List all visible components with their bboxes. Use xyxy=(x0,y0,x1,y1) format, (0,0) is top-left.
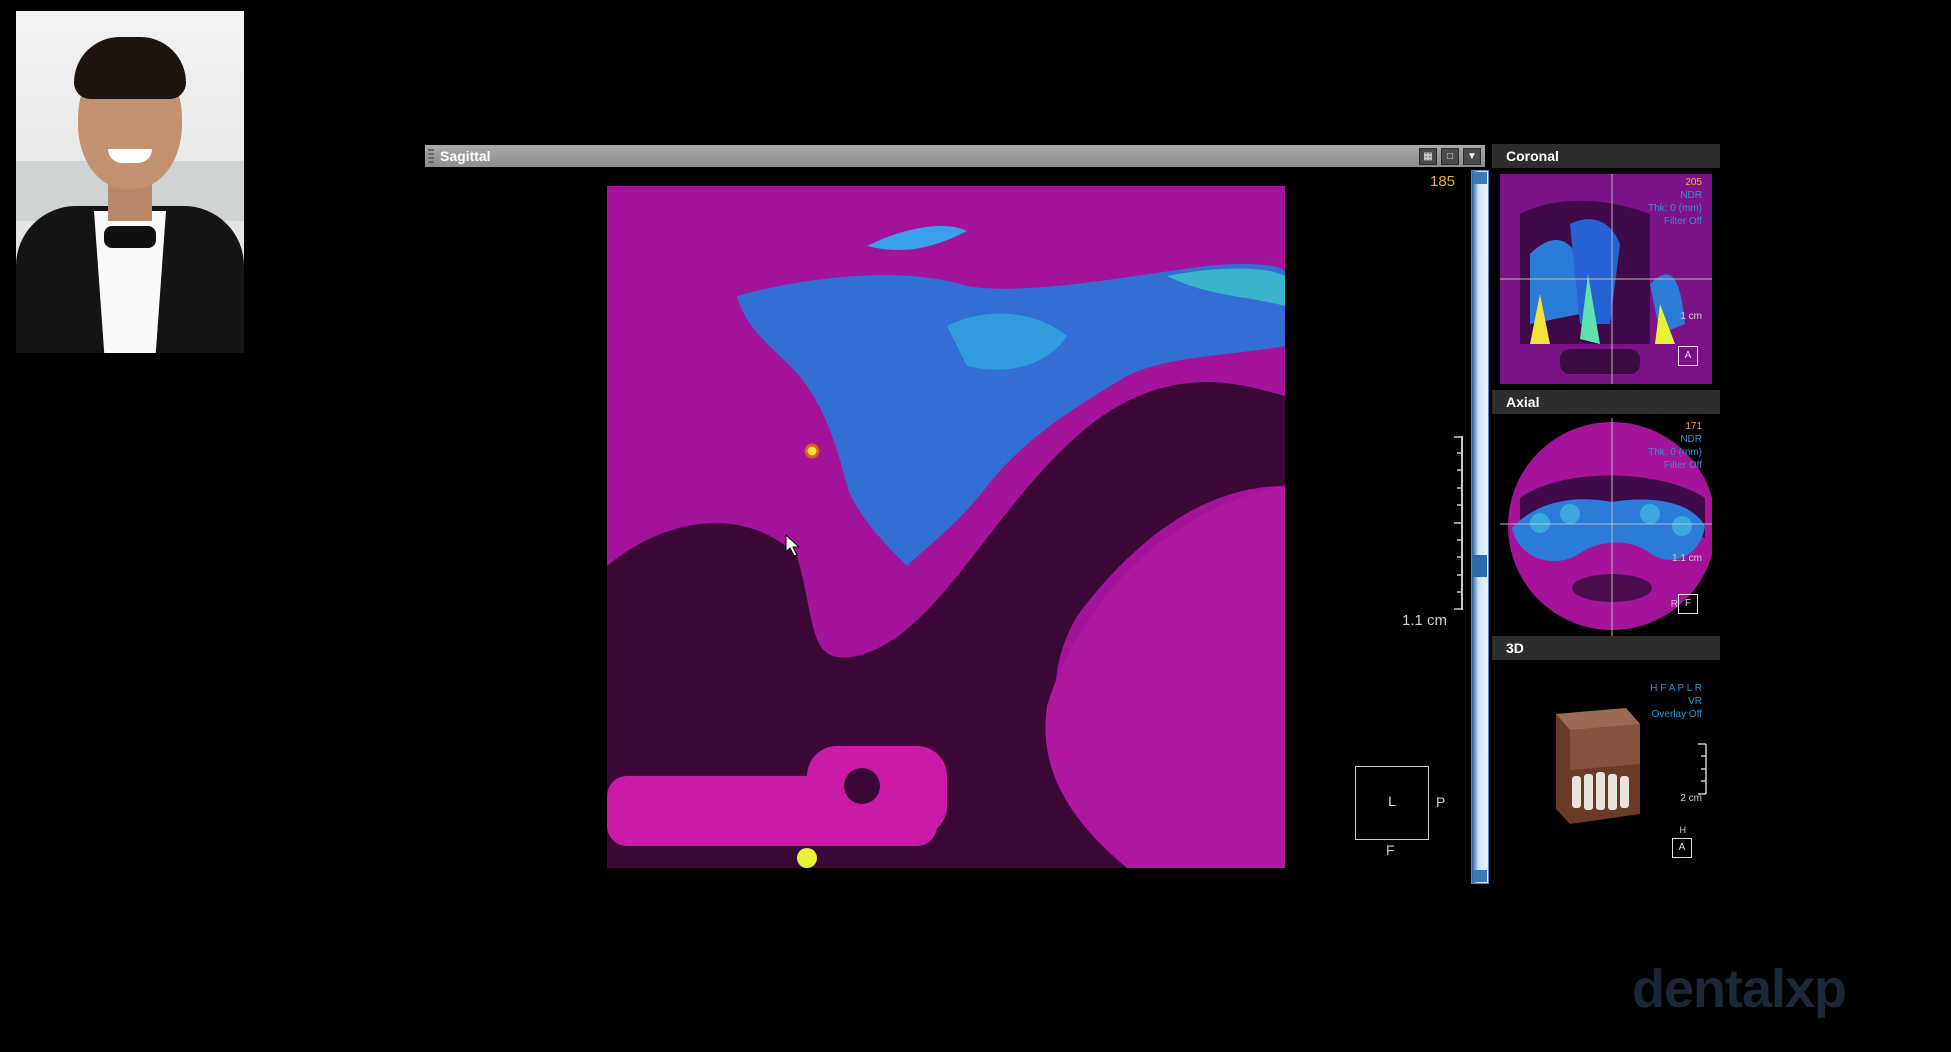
3d-overlay-3: Overlay Off xyxy=(1651,709,1702,720)
axial-header[interactable]: Axial xyxy=(1492,390,1720,414)
3d-header[interactable]: 3D xyxy=(1492,636,1720,660)
orientation-center: L xyxy=(1388,793,1396,809)
scroll-down-button[interactable] xyxy=(1473,870,1487,882)
sagittal-title: Sagittal xyxy=(440,148,491,164)
presenter-photo xyxy=(16,11,244,353)
3d-overlay-1: H F A P L R xyxy=(1650,683,1702,694)
axial-overlay-3: Filter Off xyxy=(1663,460,1702,471)
coronal-overlay-2: Thk: 0 (mm) xyxy=(1648,203,1702,214)
axial-orientation-box: F xyxy=(1678,594,1698,614)
coronal-ct-image[interactable]: 205 NDR Thk: 0 (mm) Filter Off 1 cm A xyxy=(1500,174,1712,384)
orientation-box: L xyxy=(1355,766,1429,840)
3d-orientation-cube: A xyxy=(1672,838,1692,858)
coronal-overlay-1: NDR xyxy=(1680,190,1702,201)
3d-render-image[interactable]: H F A P L R VR Overlay Off 2 cm H A xyxy=(1500,664,1712,874)
sagittal-slice-number: 185 xyxy=(1430,173,1456,190)
3d-overlay-2: VR xyxy=(1688,696,1702,707)
axial-overlay-1: NDR xyxy=(1680,434,1702,445)
axial-scale-label: 1.1 cm xyxy=(1671,553,1702,564)
drag-grip-icon[interactable] xyxy=(428,149,434,163)
sagittal-scale-ruler xyxy=(1454,436,1463,610)
layout-icon[interactable]: ▦ xyxy=(1419,148,1437,165)
chevron-down-icon[interactable]: ▼ xyxy=(1463,148,1481,165)
coronal-overlay-3: Filter Off xyxy=(1663,216,1702,227)
3d-scale-label: 2 cm xyxy=(1680,793,1702,804)
dentalxp-watermark: dentalxp xyxy=(1632,959,1847,1019)
maximize-icon[interactable]: □ xyxy=(1441,148,1459,165)
coronal-slice-number: 205 xyxy=(1685,177,1702,188)
coronal-header[interactable]: Coronal xyxy=(1492,144,1720,168)
scroll-up-button[interactable] xyxy=(1473,172,1487,184)
sagittal-header: Sagittal ▦ □ ▼ xyxy=(425,145,1485,167)
sagittal-slice-scrollbar[interactable] xyxy=(1471,170,1489,884)
mouse-cursor-icon xyxy=(785,534,801,557)
axial-side-label: R xyxy=(1670,599,1678,610)
axial-overlay-2: Thk: 0 (mm) xyxy=(1648,447,1702,458)
scroll-thumb[interactable] xyxy=(1473,555,1487,577)
sagittal-ct-image[interactable] xyxy=(607,186,1285,868)
coronal-scale-label: 1 cm xyxy=(1680,311,1702,322)
axial-ct-image[interactable]: 171 NDR Thk: 0 (mm) Filter Off 1.1 cm R … xyxy=(1500,418,1712,636)
orientation-right-label: P xyxy=(1436,794,1446,810)
3d-top-label: H xyxy=(1679,825,1687,835)
orientation-bottom-label: F xyxy=(1386,842,1395,858)
axial-slice-number: 171 xyxy=(1685,421,1702,432)
coronal-orientation-box: A xyxy=(1678,346,1698,366)
sagittal-scale-label: 1.1 cm xyxy=(1402,612,1448,629)
